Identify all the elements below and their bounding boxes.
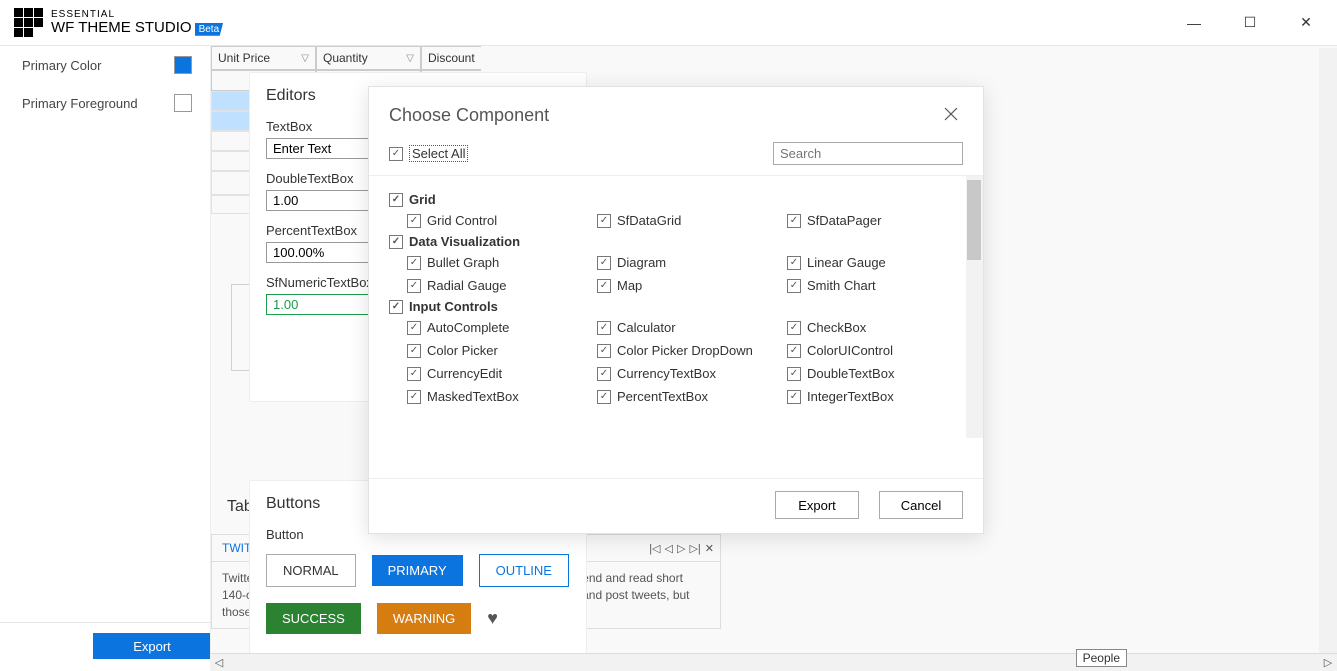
primary-color-label: Primary Color xyxy=(22,58,101,73)
col-unit-price[interactable]: Unit Price▽ xyxy=(211,46,316,70)
item-checkbox[interactable] xyxy=(407,344,421,358)
scrollbar-thumb[interactable] xyxy=(967,180,981,260)
item-checkbox[interactable] xyxy=(597,279,611,293)
component-item[interactable]: CheckBox xyxy=(787,320,977,335)
category-checkbox[interactable] xyxy=(389,235,403,249)
filter-icon[interactable]: ▽ xyxy=(406,53,414,64)
item-checkbox[interactable] xyxy=(407,279,421,293)
item-checkbox[interactable] xyxy=(787,321,801,335)
component-item[interactable]: Map xyxy=(597,278,787,293)
tab-nav-icon[interactable]: ▷ xyxy=(677,542,685,555)
item-checkbox[interactable] xyxy=(407,321,421,335)
component-item[interactable]: MaskedTextBox xyxy=(407,389,597,404)
item-checkbox[interactable] xyxy=(597,344,611,358)
primary-fg-swatch[interactable] xyxy=(174,94,192,112)
tab-nav-icon[interactable]: ◁ xyxy=(665,542,673,555)
category-header[interactable]: Grid xyxy=(389,192,963,207)
component-item[interactable]: Grid Control xyxy=(407,213,597,228)
vertical-scrollbar[interactable] xyxy=(1319,48,1337,653)
category-header[interactable]: Data Visualization xyxy=(389,234,963,249)
modal-close-button[interactable] xyxy=(943,106,963,126)
item-checkbox[interactable] xyxy=(597,390,611,404)
component-item[interactable]: Diagram xyxy=(597,255,787,270)
sidebar: Primary Color Primary Foreground Export xyxy=(0,46,210,671)
search-input[interactable] xyxy=(773,142,963,165)
tab-nav-icon[interactable]: ✕ xyxy=(705,542,714,555)
component-item[interactable]: Linear Gauge xyxy=(787,255,977,270)
item-checkbox[interactable] xyxy=(407,390,421,404)
col-discount[interactable]: Discount xyxy=(421,46,481,70)
close-button[interactable]: ✕ xyxy=(1289,8,1323,38)
item-checkbox[interactable] xyxy=(597,321,611,335)
component-item[interactable]: Smith Chart xyxy=(787,278,977,293)
component-item[interactable]: PercentTextBox xyxy=(597,389,787,404)
scroll-right-icon[interactable]: ▷ xyxy=(1319,656,1337,669)
app-title: ESSENTIAL WF THEME STUDIOBeta xyxy=(51,9,223,37)
horizontal-scrollbar[interactable]: ◁ ▷ xyxy=(210,653,1337,671)
people-tab[interactable]: People xyxy=(1076,649,1127,667)
modal-title: Choose Component xyxy=(389,105,549,126)
component-item[interactable]: SfDataPager xyxy=(787,213,977,228)
item-checkbox[interactable] xyxy=(787,390,801,404)
primary-button[interactable]: PRIMARY xyxy=(372,555,463,586)
filter-icon[interactable]: ▽ xyxy=(301,53,309,64)
category-checkbox[interactable] xyxy=(389,193,403,207)
title-main: WF THEME STUDIO xyxy=(51,19,192,36)
component-item[interactable]: Bullet Graph xyxy=(407,255,597,270)
item-checkbox[interactable] xyxy=(597,367,611,381)
item-checkbox[interactable] xyxy=(407,214,421,228)
category-checkbox[interactable] xyxy=(389,300,403,314)
scrollbar-track[interactable] xyxy=(966,176,983,438)
tab-nav-icon[interactable]: |◁ xyxy=(649,542,660,555)
select-all-checkbox[interactable] xyxy=(389,147,403,161)
component-item[interactable]: Calculator xyxy=(597,320,787,335)
col-quantity[interactable]: Quantity▽ xyxy=(316,46,421,70)
category-header[interactable]: Input Controls xyxy=(389,299,963,314)
component-item[interactable]: Radial Gauge xyxy=(407,278,597,293)
logo-icon xyxy=(14,8,43,37)
normal-button[interactable]: NORMAL xyxy=(266,554,356,587)
sidebar-export-button[interactable]: Export xyxy=(93,633,211,659)
heart-icon[interactable]: ♥ xyxy=(487,608,498,629)
primary-fg-label: Primary Foreground xyxy=(22,96,138,111)
scroll-left-icon[interactable]: ◁ xyxy=(210,656,228,669)
title-bar: ESSENTIAL WF THEME STUDIOBeta — ☐ ✕ xyxy=(0,0,1337,46)
primary-color-row[interactable]: Primary Color xyxy=(0,46,210,84)
maximize-button[interactable]: ☐ xyxy=(1233,8,1267,38)
success-button[interactable]: SUCCESS xyxy=(266,603,361,634)
component-item[interactable]: IntegerTextBox xyxy=(787,389,977,404)
select-all-label[interactable]: Select All xyxy=(409,145,468,162)
component-item[interactable]: ColorUIControl xyxy=(787,343,977,358)
choose-component-modal: Choose Component Select All Grid Grid Con… xyxy=(368,86,984,534)
modal-cancel-button[interactable]: Cancel xyxy=(879,491,963,519)
component-item[interactable]: SfDataGrid xyxy=(597,213,787,228)
warning-button[interactable]: WARNING xyxy=(377,603,471,634)
minimize-button[interactable]: — xyxy=(1177,8,1211,38)
item-checkbox[interactable] xyxy=(597,256,611,270)
item-checkbox[interactable] xyxy=(787,256,801,270)
item-checkbox[interactable] xyxy=(407,256,421,270)
component-item[interactable]: Color Picker xyxy=(407,343,597,358)
modal-export-button[interactable]: Export xyxy=(775,491,859,519)
primary-color-swatch[interactable] xyxy=(174,56,192,74)
sidebar-separator xyxy=(0,622,210,623)
component-item[interactable]: DoubleTextBox xyxy=(787,366,977,381)
component-item[interactable]: Color Picker DropDown xyxy=(597,343,787,358)
component-item[interactable]: CurrencyEdit xyxy=(407,366,597,381)
item-checkbox[interactable] xyxy=(597,214,611,228)
item-checkbox[interactable] xyxy=(787,367,801,381)
item-checkbox[interactable] xyxy=(787,344,801,358)
modal-body: Grid Grid ControlSfDataGridSfDataPager Dat… xyxy=(369,176,983,478)
item-checkbox[interactable] xyxy=(787,214,801,228)
primary-foreground-row[interactable]: Primary Foreground xyxy=(0,84,210,122)
item-checkbox[interactable] xyxy=(407,367,421,381)
tab-nav-icon[interactable]: ▷| xyxy=(689,542,700,555)
item-checkbox[interactable] xyxy=(787,279,801,293)
outline-button[interactable]: OUTLINE xyxy=(479,554,569,587)
component-item[interactable]: AutoComplete xyxy=(407,320,597,335)
component-item[interactable]: CurrencyTextBox xyxy=(597,366,787,381)
beta-badge: Beta xyxy=(195,23,224,36)
